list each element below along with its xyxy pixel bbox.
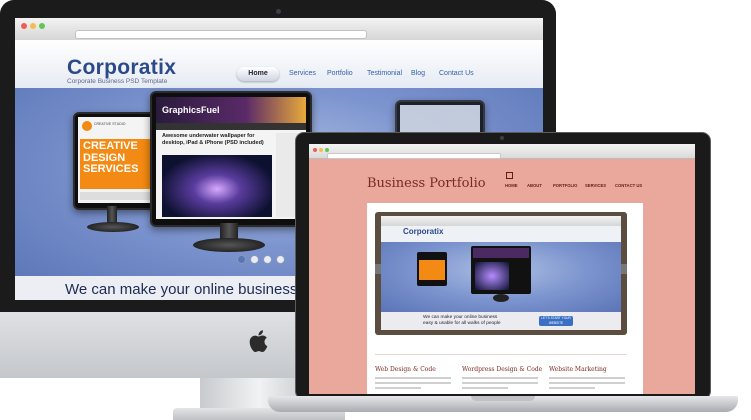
site-tagline: Corporate Business PSD Template [67, 78, 168, 85]
column-web-design[interactable]: Web Design & Code [375, 366, 436, 373]
minimize-icon[interactable] [319, 148, 323, 152]
center-monitor: GraphicsFuel Awesome underwater wallpape… [150, 91, 312, 227]
graphicsfuel-logo[interactable]: GraphicsFuel [162, 105, 220, 115]
preview-monitor-base [493, 294, 509, 302]
preview-logo: Corporatix [403, 227, 444, 236]
laptop-address-bar[interactable] [327, 153, 501, 159]
preview-left-monitor [417, 252, 447, 286]
lnav-portfolio[interactable]: PORTFOLIO [553, 183, 577, 188]
maximize-icon[interactable] [325, 148, 329, 152]
preview-creative [419, 260, 445, 280]
slider-dot-2[interactable] [250, 255, 259, 264]
laptop-camera-icon [500, 136, 504, 140]
arrow-right-icon[interactable] [621, 264, 627, 274]
close-icon[interactable] [21, 23, 27, 29]
nav-testimonial[interactable]: Testimonial [367, 70, 402, 77]
lnav-services[interactable]: SERVICES [585, 183, 606, 188]
column-marketing[interactable]: Website Marketing [549, 366, 607, 373]
slider-dot-4[interactable] [276, 255, 285, 264]
laptop-notch [471, 396, 535, 401]
nav-home[interactable]: Home [237, 67, 279, 81]
nav-contact[interactable]: Contact Us [439, 70, 474, 77]
apple-logo-icon [249, 330, 268, 353]
nav-blog[interactable]: Blog [411, 70, 425, 77]
creative-line-3: SERVICES [83, 163, 139, 176]
preview-graphicsfuel [473, 248, 529, 258]
preview-text-line-1: We can make your online business [423, 315, 498, 320]
lnav-about[interactable]: ABOUT [527, 183, 542, 188]
address-bar[interactable] [75, 30, 367, 39]
creative-line-1: CREATIVE [83, 140, 138, 152]
site-header: Corporatix Corporate Business PSD Templa… [15, 40, 543, 88]
preview-cta-button: LET'S START YOUR WEBSITE [539, 316, 573, 326]
preview-text: We can make your online business easy & … [423, 315, 501, 326]
preview-hero [381, 242, 621, 312]
slider-dot-3[interactable] [263, 255, 272, 264]
left-monitor-footer [80, 192, 150, 200]
article-title[interactable]: Awesome underwater wallpaper for desktop… [162, 133, 272, 146]
close-icon[interactable] [313, 148, 317, 152]
maximize-icon[interactable] [39, 23, 45, 29]
column-text [462, 376, 538, 389]
laptop-screen: Business Portfolio HOME ABOUT PORTFOLIO … [309, 144, 695, 394]
studio-badge: CREATIVE STUDIO [94, 122, 126, 126]
site-logo[interactable]: Corporatix [67, 56, 176, 80]
left-monitor-base [87, 222, 139, 232]
column-wordpress[interactable]: Wordpress Design & Code [462, 366, 542, 373]
divider [375, 354, 627, 355]
graphicsfuel-nav [156, 123, 306, 130]
preview-text-line-2: easy & usable for all walks of people [423, 320, 501, 326]
article-image [162, 155, 272, 217]
left-monitor: CREATIVE STUDIO CREATIVE DESIGN SERVICES [73, 112, 157, 210]
nav-portfolio[interactable]: Portfolio [327, 70, 353, 77]
browser-toolbar [15, 18, 543, 41]
minimize-icon[interactable] [30, 23, 36, 29]
column-text [549, 376, 625, 389]
preview-article-image [475, 262, 509, 290]
preview-center-monitor [471, 246, 531, 294]
column-text [375, 376, 451, 389]
creative-studio-logo-icon [82, 121, 92, 131]
slider-dot-1[interactable] [237, 255, 246, 264]
graphicsfuel-header: GraphicsFuel [156, 97, 306, 123]
hero-text: We can make your online business [65, 281, 298, 298]
center-monitor-screen: GraphicsFuel Awesome underwater wallpape… [156, 97, 306, 219]
lnav-home[interactable]: HOME [505, 183, 518, 188]
portfolio-title[interactable]: Business Portfolio [367, 176, 486, 191]
center-monitor-base [193, 238, 265, 252]
portfolio-preview[interactable]: Corporatix We can make your online busin… [381, 216, 621, 330]
home-icon [506, 172, 513, 179]
preview-browser-bar [381, 216, 621, 226]
creative-banner: CREATIVE DESIGN SERVICES [80, 139, 150, 189]
left-monitor-screen: CREATIVE STUDIO CREATIVE DESIGN SERVICES [78, 117, 152, 203]
lnav-contact[interactable]: CONTACT US [615, 183, 642, 188]
preview-text-band: We can make your online business easy & … [381, 312, 621, 330]
camera-icon [276, 9, 281, 14]
laptop-browser-toolbar [309, 144, 695, 159]
nav-services[interactable]: Services [289, 70, 316, 77]
